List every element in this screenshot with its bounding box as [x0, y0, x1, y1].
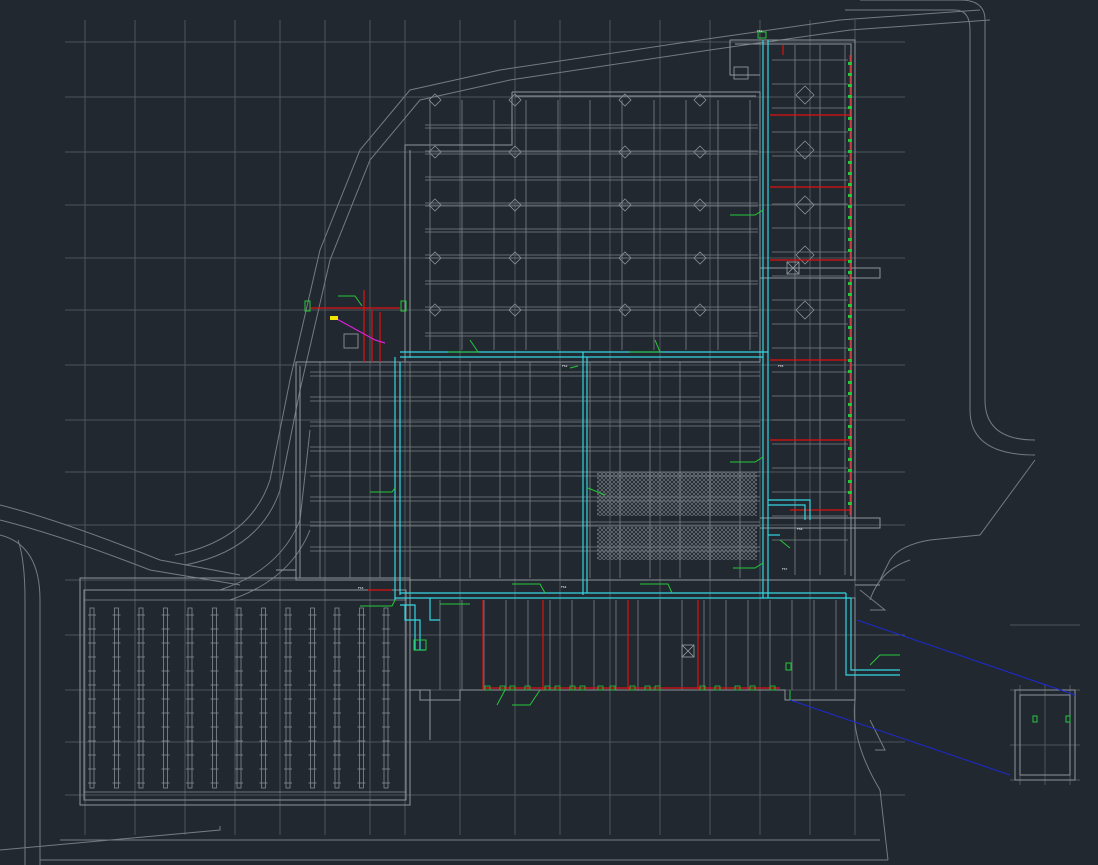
- cad-drawing-canvas[interactable]: [0, 0, 1098, 865]
- sprinkler-head: [848, 139, 852, 142]
- sprinkler-head: [848, 425, 852, 428]
- sprinkler-head: [848, 106, 852, 109]
- sprinkler-head: [848, 260, 852, 263]
- sprinkler-head: [848, 491, 852, 494]
- sprinkler-head: [848, 84, 852, 87]
- sprinkler-head: [848, 304, 852, 307]
- sprinkler-head: [848, 73, 852, 76]
- sprinkler-head: [848, 216, 852, 219]
- sprinkler-head: [848, 183, 852, 186]
- hatched-zone-upper: [597, 472, 757, 516]
- sprinkler-head: [848, 392, 852, 395]
- sprinkler-head: [848, 458, 852, 461]
- sprinkler-head: [848, 249, 852, 252]
- sprinkler-head: [848, 172, 852, 175]
- sprinkler-head: [848, 128, 852, 131]
- sprinkler-head: [848, 414, 852, 417]
- sprinkler-head: [848, 326, 852, 329]
- sprinkler-head: [848, 480, 852, 483]
- hatched-zone-lower: [597, 527, 757, 560]
- sprinkler-head: [848, 150, 852, 153]
- sprinkler-head: [848, 62, 852, 65]
- sprinkler-head: [848, 117, 852, 120]
- sprinkler-head: [848, 447, 852, 450]
- sprinkler-head: [848, 469, 852, 472]
- sprinkler-head: [848, 271, 852, 274]
- sprinkler-head: [848, 194, 852, 197]
- sprinkler-head: [848, 227, 852, 230]
- sprinkler-head: [848, 502, 852, 505]
- sprinkler-head: [848, 161, 852, 164]
- sprinkler-head: [848, 238, 852, 241]
- yellow-valve: [330, 316, 338, 320]
- sprinkler-head: [848, 403, 852, 406]
- sprinkler-head: [848, 205, 852, 208]
- canvas-background: [0, 0, 1098, 865]
- sprinkler-head: [848, 95, 852, 98]
- sprinkler-head: [848, 359, 852, 362]
- sprinkler-head: [848, 337, 852, 340]
- sprinkler-head: [848, 370, 852, 373]
- sprinkler-head: [848, 436, 852, 439]
- sprinkler-head: [848, 315, 852, 318]
- sprinkler-head: [848, 381, 852, 384]
- sprinkler-head: [848, 282, 852, 285]
- sprinkler-head: [848, 348, 852, 351]
- sprinkler-head: [848, 293, 852, 296]
